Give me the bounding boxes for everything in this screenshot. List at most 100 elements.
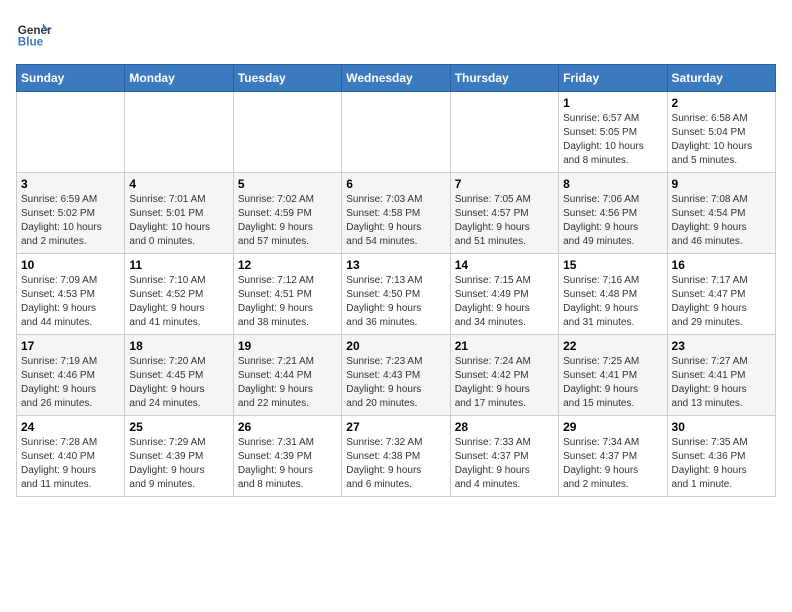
day-info: Sunrise: 7:32 AM Sunset: 4:38 PM Dayligh… bbox=[346, 436, 445, 492]
day-info: Sunrise: 7:31 AM Sunset: 4:39 PM Dayligh… bbox=[238, 436, 337, 492]
calendar-cell: 25 Sunrise: 7:29 AM Sunset: 4:39 PM Dayli… bbox=[125, 416, 233, 497]
day-number: 9 bbox=[672, 177, 771, 191]
day-number: 19 bbox=[238, 339, 337, 353]
day-info: Sunrise: 7:25 AM Sunset: 4:41 PM Dayligh… bbox=[563, 355, 662, 411]
weekday-header-thursday: Thursday bbox=[450, 65, 558, 92]
day-info: Sunrise: 7:24 AM Sunset: 4:42 PM Dayligh… bbox=[455, 355, 554, 411]
calendar-cell: 8 Sunrise: 7:06 AM Sunset: 4:56 PM Daylig… bbox=[559, 173, 667, 254]
day-number: 6 bbox=[346, 177, 445, 191]
day-info: Sunrise: 6:58 AM Sunset: 5:04 PM Dayligh… bbox=[672, 112, 771, 168]
calendar-cell bbox=[125, 92, 233, 173]
logo: General Blue bbox=[16, 16, 52, 52]
day-number: 27 bbox=[346, 420, 445, 434]
day-info: Sunrise: 7:19 AM Sunset: 4:46 PM Dayligh… bbox=[21, 355, 120, 411]
calendar-cell: 9 Sunrise: 7:08 AM Sunset: 4:54 PM Daylig… bbox=[667, 173, 775, 254]
day-number: 4 bbox=[129, 177, 228, 191]
day-number: 8 bbox=[563, 177, 662, 191]
day-info: Sunrise: 7:27 AM Sunset: 4:41 PM Dayligh… bbox=[672, 355, 771, 411]
calendar-cell bbox=[450, 92, 558, 173]
calendar-cell bbox=[342, 92, 450, 173]
calendar-cell: 16Sunrise: 7:17 AM Sunset: 4:47 PM Dayli… bbox=[667, 254, 775, 335]
day-info: Sunrise: 7:09 AM Sunset: 4:53 PM Dayligh… bbox=[21, 274, 120, 330]
day-number: 5 bbox=[238, 177, 337, 191]
calendar-cell: 15Sunrise: 7:16 AM Sunset: 4:48 PM Dayli… bbox=[559, 254, 667, 335]
calendar-cell: 17 Sunrise: 7:19 AM Sunset: 4:46 PM Dayli… bbox=[17, 335, 125, 416]
weekday-header-friday: Friday bbox=[559, 65, 667, 92]
weekday-header-sunday: Sunday bbox=[17, 65, 125, 92]
day-info: Sunrise: 7:01 AM Sunset: 5:01 PM Dayligh… bbox=[129, 193, 228, 249]
day-number: 10 bbox=[21, 258, 120, 272]
day-number: 21 bbox=[455, 339, 554, 353]
day-number: 26 bbox=[238, 420, 337, 434]
day-number: 1 bbox=[563, 96, 662, 110]
calendar-cell: 2 Sunrise: 6:58 AM Sunset: 5:04 PM Daylig… bbox=[667, 92, 775, 173]
day-number: 29 bbox=[563, 420, 662, 434]
day-number: 12 bbox=[238, 258, 337, 272]
day-number: 7 bbox=[455, 177, 554, 191]
weekday-header-saturday: Saturday bbox=[667, 65, 775, 92]
weekday-header-monday: Monday bbox=[125, 65, 233, 92]
calendar-cell: 7 Sunrise: 7:05 AM Sunset: 4:57 PM Daylig… bbox=[450, 173, 558, 254]
day-number: 24 bbox=[21, 420, 120, 434]
calendar-cell: 13 Sunrise: 7:13 AM Sunset: 4:50 PM Dayli… bbox=[342, 254, 450, 335]
day-info: Sunrise: 6:59 AM Sunset: 5:02 PM Dayligh… bbox=[21, 193, 120, 249]
calendar-cell: 23 Sunrise: 7:27 AM Sunset: 4:41 PM Dayli… bbox=[667, 335, 775, 416]
day-number: 11 bbox=[129, 258, 228, 272]
day-info: Sunrise: 7:06 AM Sunset: 4:56 PM Dayligh… bbox=[563, 193, 662, 249]
calendar-cell: 28Sunrise: 7:33 AM Sunset: 4:37 PM Dayli… bbox=[450, 416, 558, 497]
day-number: 3 bbox=[21, 177, 120, 191]
day-number: 28 bbox=[455, 420, 554, 434]
calendar-cell: 14 Sunrise: 7:15 AM Sunset: 4:49 PM Dayli… bbox=[450, 254, 558, 335]
day-info: Sunrise: 7:28 AM Sunset: 4:40 PM Dayligh… bbox=[21, 436, 120, 492]
calendar-cell: 30 Sunrise: 7:35 AM Sunset: 4:36 PM Dayli… bbox=[667, 416, 775, 497]
calendar-cell: 4 Sunrise: 7:01 AM Sunset: 5:01 PM Daylig… bbox=[125, 173, 233, 254]
day-info: Sunrise: 7:15 AM Sunset: 4:49 PM Dayligh… bbox=[455, 274, 554, 330]
day-number: 16 bbox=[672, 258, 771, 272]
calendar-cell: 11 Sunrise: 7:10 AM Sunset: 4:52 PM Dayli… bbox=[125, 254, 233, 335]
day-info: Sunrise: 7:08 AM Sunset: 4:54 PM Dayligh… bbox=[672, 193, 771, 249]
day-info: Sunrise: 7:29 AM Sunset: 4:39 PM Dayligh… bbox=[129, 436, 228, 492]
day-info: Sunrise: 7:13 AM Sunset: 4:50 PM Dayligh… bbox=[346, 274, 445, 330]
day-number: 2 bbox=[672, 96, 771, 110]
day-info: Sunrise: 7:21 AM Sunset: 4:44 PM Dayligh… bbox=[238, 355, 337, 411]
day-number: 25 bbox=[129, 420, 228, 434]
logo-icon: General Blue bbox=[16, 16, 52, 52]
calendar-cell: 1 Sunrise: 6:57 AM Sunset: 5:05 PM Daylig… bbox=[559, 92, 667, 173]
day-number: 22 bbox=[563, 339, 662, 353]
day-number: 20 bbox=[346, 339, 445, 353]
calendar-cell: 3 Sunrise: 6:59 AM Sunset: 5:02 PM Daylig… bbox=[17, 173, 125, 254]
calendar-cell: 19 Sunrise: 7:21 AM Sunset: 4:44 PM Dayli… bbox=[233, 335, 341, 416]
weekday-header-tuesday: Tuesday bbox=[233, 65, 341, 92]
day-info: Sunrise: 7:05 AM Sunset: 4:57 PM Dayligh… bbox=[455, 193, 554, 249]
day-number: 17 bbox=[21, 339, 120, 353]
day-number: 18 bbox=[129, 339, 228, 353]
day-info: Sunrise: 7:23 AM Sunset: 4:43 PM Dayligh… bbox=[346, 355, 445, 411]
day-info: Sunrise: 7:12 AM Sunset: 4:51 PM Dayligh… bbox=[238, 274, 337, 330]
calendar-cell: 6 Sunrise: 7:03 AM Sunset: 4:58 PM Daylig… bbox=[342, 173, 450, 254]
day-info: Sunrise: 7:02 AM Sunset: 4:59 PM Dayligh… bbox=[238, 193, 337, 249]
day-info: Sunrise: 7:16 AM Sunset: 4:48 PM Dayligh… bbox=[563, 274, 662, 330]
calendar-cell: 20 Sunrise: 7:23 AM Sunset: 4:43 PM Dayli… bbox=[342, 335, 450, 416]
calendar-cell: 12 Sunrise: 7:12 AM Sunset: 4:51 PM Dayli… bbox=[233, 254, 341, 335]
calendar-cell: 26 Sunrise: 7:31 AM Sunset: 4:39 PM Dayli… bbox=[233, 416, 341, 497]
calendar-cell: 18 Sunrise: 7:20 AM Sunset: 4:45 PM Dayli… bbox=[125, 335, 233, 416]
calendar-table: SundayMondayTuesdayWednesdayThursdayFrid… bbox=[16, 64, 776, 497]
day-number: 23 bbox=[672, 339, 771, 353]
calendar-cell bbox=[233, 92, 341, 173]
day-info: Sunrise: 7:35 AM Sunset: 4:36 PM Dayligh… bbox=[672, 436, 771, 492]
day-info: Sunrise: 6:57 AM Sunset: 5:05 PM Dayligh… bbox=[563, 112, 662, 168]
calendar-cell: 29 Sunrise: 7:34 AM Sunset: 4:37 PM Dayli… bbox=[559, 416, 667, 497]
calendar-cell: 21 Sunrise: 7:24 AM Sunset: 4:42 PM Dayli… bbox=[450, 335, 558, 416]
day-info: Sunrise: 7:34 AM Sunset: 4:37 PM Dayligh… bbox=[563, 436, 662, 492]
calendar-cell: 5 Sunrise: 7:02 AM Sunset: 4:59 PM Daylig… bbox=[233, 173, 341, 254]
page-header: General Blue bbox=[16, 16, 776, 52]
weekday-header-wednesday: Wednesday bbox=[342, 65, 450, 92]
day-number: 30 bbox=[672, 420, 771, 434]
day-number: 14 bbox=[455, 258, 554, 272]
day-info: Sunrise: 7:20 AM Sunset: 4:45 PM Dayligh… bbox=[129, 355, 228, 411]
day-info: Sunrise: 7:10 AM Sunset: 4:52 PM Dayligh… bbox=[129, 274, 228, 330]
day-info: Sunrise: 7:03 AM Sunset: 4:58 PM Dayligh… bbox=[346, 193, 445, 249]
day-number: 13 bbox=[346, 258, 445, 272]
calendar-cell: 27 Sunrise: 7:32 AM Sunset: 4:38 PM Dayli… bbox=[342, 416, 450, 497]
calendar-cell: 22 Sunrise: 7:25 AM Sunset: 4:41 PM Dayli… bbox=[559, 335, 667, 416]
